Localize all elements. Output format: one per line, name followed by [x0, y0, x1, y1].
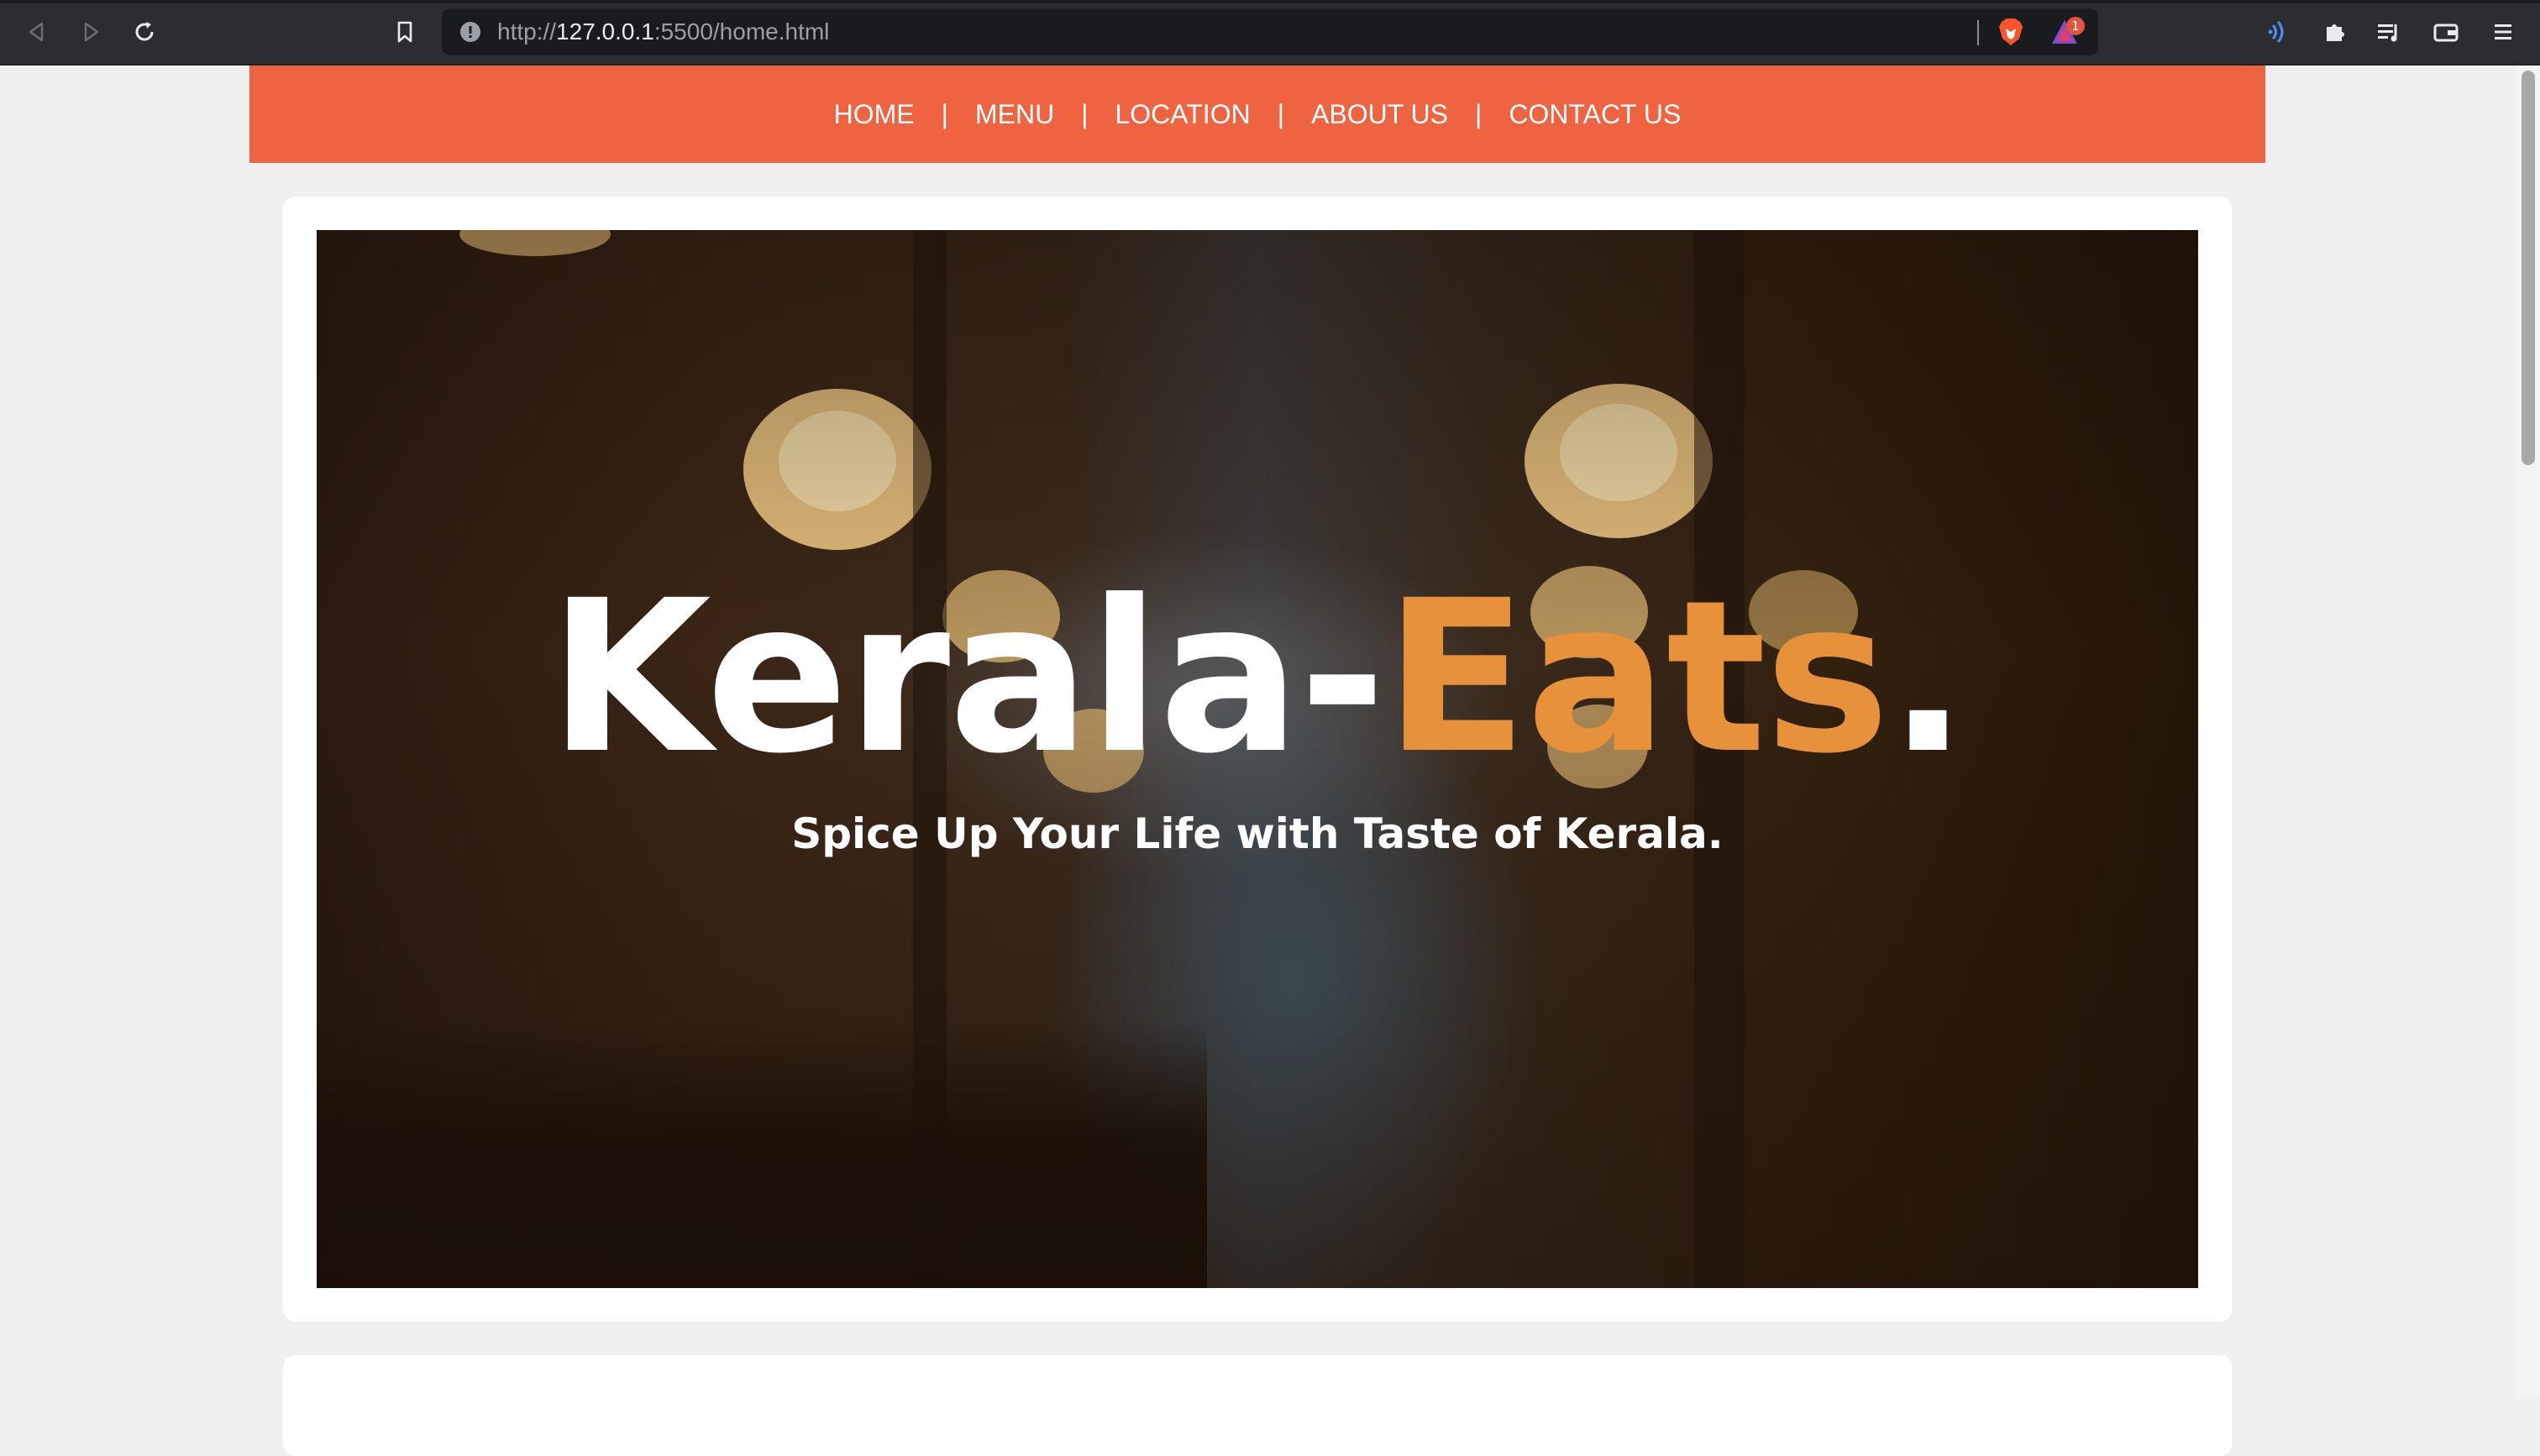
hero-subtitle: Spice Up Your Life with Taste of Kerala. [791, 809, 1724, 858]
url-path: :5500/home.html [653, 18, 830, 45]
nav-separator: | [941, 98, 948, 129]
nav-separator: | [1277, 98, 1284, 129]
nav-separator: | [1475, 98, 1483, 129]
rewards-badge: 1 [2066, 17, 2085, 35]
reload-icon [135, 22, 154, 41]
speedreader-button[interactable] [2259, 12, 2300, 52]
back-icon [29, 22, 44, 42]
scrollbar-thumb[interactable] [2522, 71, 2535, 465]
nav-link-contact-us[interactable]: CONTACT US [1509, 99, 1681, 130]
forward-button[interactable] [71, 12, 111, 52]
puzzle-icon [2327, 24, 2344, 41]
next-section-card [283, 1355, 2232, 1456]
hero-title: Kerala-Eats. [317, 564, 2198, 791]
wallet-icon [2433, 24, 2459, 42]
hero-title-main: Kerala- [548, 555, 1386, 799]
extensions-button[interactable] [2315, 12, 2355, 52]
brave-lion-icon [1999, 18, 2023, 45]
hero-title-accent: Eats [1384, 555, 1890, 799]
site-info-icon[interactable] [459, 20, 482, 44]
main-menu-button[interactable] [2483, 12, 2523, 52]
playlist-button[interactable] [2369, 12, 2409, 52]
page-scrollbar[interactable] [2516, 65, 2540, 1399]
hero-banner: Kerala-Eats. Spice Up Your Life with Tas… [317, 230, 2198, 1288]
url-host: 127.0.0.1 [556, 18, 654, 45]
address-bar[interactable]: http://127.0.0.1:5500/home.html 1 [442, 8, 2098, 55]
nav-link-about-us[interactable]: ABOUT US [1311, 99, 1448, 130]
site-nav: HOME | MENU | LOCATION | ABOUT US | CONT… [249, 65, 2265, 163]
hamburger-icon [2495, 24, 2511, 39]
nav-separator: | [1081, 98, 1089, 129]
nav-link-home[interactable]: HOME [834, 99, 915, 130]
bookmark-icon [397, 21, 412, 43]
nav-link-menu[interactable]: MENU [975, 99, 1054, 130]
brave-rewards-button[interactable]: 1 [2044, 12, 2085, 52]
wallet-button[interactable] [2426, 12, 2466, 52]
forward-icon [84, 22, 99, 42]
hero-title-dot: . [1887, 555, 1968, 799]
url-text[interactable]: http://127.0.0.1:5500/home.html [497, 8, 829, 55]
nav-link-location[interactable]: LOCATION [1115, 99, 1250, 130]
browser-toolbar: http://127.0.0.1:5500/home.html 1 [0, 0, 2540, 65]
reload-button[interactable] [124, 12, 165, 52]
page-viewport: HOME | MENU | LOCATION | ABOUT US | CONT… [0, 65, 2516, 1456]
back-button[interactable] [17, 12, 57, 52]
brave-shields-button[interactable] [1991, 12, 2031, 52]
hero-card: Kerala-Eats. Spice Up Your Life with Tas… [283, 196, 2232, 1322]
speedreader-icon [2268, 21, 2284, 43]
playlist-icon [2378, 24, 2397, 42]
bookmark-button[interactable] [385, 12, 425, 52]
address-bar-divider [1977, 20, 1979, 45]
tab-strip-edge [0, 0, 2540, 3]
url-scheme: http:// [497, 18, 557, 45]
